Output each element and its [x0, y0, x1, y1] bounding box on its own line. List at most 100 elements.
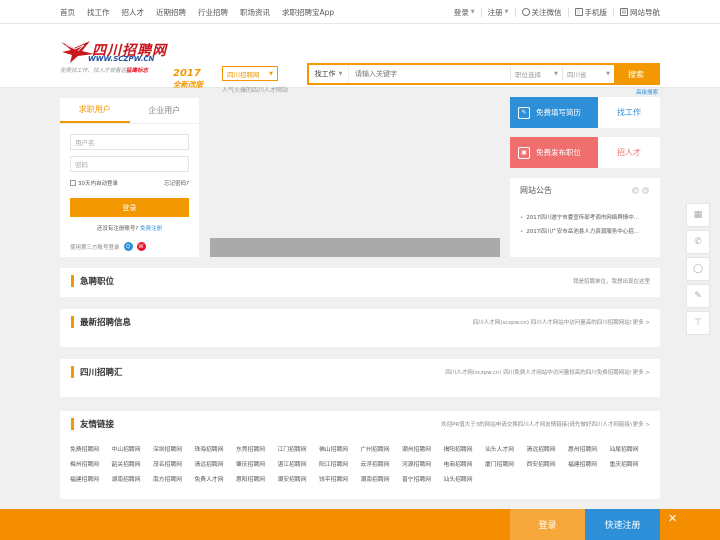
third-party-label: 使用第三方账号登录	[70, 244, 120, 251]
region-select[interactable]: 四川省 ▼	[562, 67, 614, 81]
section-title: 四川招聘汇	[80, 368, 123, 378]
tab-company[interactable]: 企业用户	[130, 98, 200, 123]
close-icon[interactable]: ✕	[668, 512, 677, 525]
search-input[interactable]	[349, 65, 510, 83]
friend-link[interactable]: 清远招聘网	[527, 444, 569, 453]
position-select[interactable]: 职位选择 ▼	[510, 67, 562, 81]
qq-icon[interactable]: Q	[123, 242, 133, 251]
forgot-password-link[interactable]: 忘记密码?	[164, 179, 189, 187]
banner-area[interactable]	[210, 98, 500, 257]
find-job-button[interactable]: 找工作	[598, 97, 660, 128]
section-header: 最新招聘信息 四川人才网(sczpw.cn) 四川人才网站中访问量高的四川招聘网…	[60, 309, 660, 335]
sitenav-link[interactable]: ▤ 网站导航	[620, 7, 660, 18]
search-button[interactable]: 搜索	[614, 65, 658, 83]
next-arrow-icon[interactable]: ▶	[642, 187, 649, 194]
friend-link[interactable]: 福建招聘网	[70, 474, 112, 483]
nav-find-job[interactable]: 找工作	[87, 7, 110, 18]
friend-link[interactable]: 揭阳招聘网	[444, 444, 486, 453]
friend-link[interactable]: 湖南招聘网	[112, 474, 154, 483]
nav-industry[interactable]: 行业招聘	[198, 7, 228, 18]
mobile-link[interactable]: ▯ 手机版	[574, 7, 607, 18]
side-tool-qq[interactable]: ◯	[686, 257, 710, 281]
bottom-register-button[interactable]: 快速注册	[585, 509, 660, 540]
friend-link[interactable]: 深圳招聘网	[153, 444, 195, 453]
login-dropdown[interactable]: 登录 ▼	[454, 7, 475, 18]
nav-recent[interactable]: 近期招聘	[156, 7, 186, 18]
nav-news[interactable]: 职场资讯	[240, 7, 270, 18]
tab-job-seeker[interactable]: 求职用户	[60, 98, 130, 123]
login-button[interactable]: 登录	[70, 198, 189, 217]
friend-link[interactable]: 肇庆招聘网	[236, 459, 278, 468]
username-field[interactable]: 用户名	[70, 134, 189, 150]
friend-link[interactable]: 汕头招聘网	[444, 474, 486, 483]
friend-link[interactable]: 潮南招聘网	[361, 474, 403, 483]
section-accent-bar	[71, 418, 74, 430]
nav-find-talent[interactable]: 招人才	[122, 7, 145, 18]
remember-checkbox[interactable]: 30天内自动登录	[70, 179, 118, 187]
friend-link[interactable]: 惠州招聘网	[568, 444, 610, 453]
friend-link[interactable]: 东莞招聘网	[236, 444, 278, 453]
notice-item[interactable]: 2017四川遂宁市委宣传部考调市网络舆情中...	[520, 213, 654, 221]
friend-link[interactable]: 福建招聘网	[568, 459, 610, 468]
friend-link[interactable]: 南方招聘网	[153, 474, 195, 483]
wechat-link[interactable]: ◦ 关注微信	[521, 7, 562, 18]
friend-link[interactable]: 清远招聘网	[195, 459, 237, 468]
section-note: 欢迎PR值大于3的网站申请交换四川人才网友情链接(请先做好四川人才网链接)	[441, 422, 632, 428]
friend-link[interactable]: 韶关招聘网	[112, 459, 154, 468]
friend-link[interactable]: 云浮招聘网	[361, 459, 403, 468]
prev-arrow-icon[interactable]: ◀	[632, 187, 639, 194]
friend-link[interactable]: 江门招聘网	[278, 444, 320, 453]
friend-link[interactable]: 佛山招聘网	[319, 444, 361, 453]
friend-link[interactable]: 免费招聘网	[70, 444, 112, 453]
friend-link[interactable]: 汕尾招聘网	[610, 444, 652, 453]
friend-link[interactable]: 梅州招聘网	[70, 459, 112, 468]
section-accent-bar	[71, 316, 74, 328]
friend-link[interactable]: 惠阳招聘网	[236, 474, 278, 483]
login-tabs: 求职用户 企业用户	[60, 98, 199, 124]
search-type-select[interactable]: 找工作 ▼	[309, 65, 349, 83]
friend-link[interactable]: 普宁招聘网	[402, 474, 444, 483]
site-selector[interactable]: 四川招聘网 ▼	[222, 66, 278, 81]
find-talent-button[interactable]: 招人才	[598, 137, 660, 168]
bottom-login-button[interactable]: 登录	[510, 509, 585, 540]
side-tool-feedback[interactable]: ✎	[686, 284, 710, 308]
friend-link[interactable]: 潮州招聘网	[402, 444, 444, 453]
friend-link[interactable]: 电商招聘网	[444, 459, 486, 468]
friend-link[interactable]: 饶平招聘网	[319, 474, 361, 483]
side-tool-top[interactable]: ⊤	[686, 311, 710, 335]
side-tool-phone[interactable]: ✆	[686, 230, 710, 254]
advanced-search-link[interactable]: 高级搜索	[636, 88, 658, 96]
free-register-link[interactable]: 免费注册	[140, 226, 162, 232]
more-link[interactable]: 更多 >	[633, 318, 650, 326]
section-sichuan-hub: 四川招聘汇 四川人才网(sczpw.cn) 四川免费人才网站中访问量较高的四川免…	[60, 359, 660, 397]
friend-link[interactable]: 中山招聘网	[112, 444, 154, 453]
more-link[interactable]: 更多 >	[633, 368, 650, 376]
nav-home[interactable]: 首页	[60, 7, 75, 18]
caret-down-icon: ▼	[470, 9, 475, 15]
friend-link[interactable]: 阳江招聘网	[319, 459, 361, 468]
friend-link[interactable]: 珠海招聘网	[195, 444, 237, 453]
nav-app[interactable]: 求职招聘宝App	[282, 7, 334, 18]
more-link[interactable]: 更多 >	[633, 420, 650, 428]
register-dropdown[interactable]: 注册 ▼	[488, 7, 509, 18]
friend-link[interactable]: 厦门招聘网	[485, 459, 527, 468]
section-note[interactable]: 我是招聘单位，我想出现在这里	[573, 277, 650, 285]
friend-link[interactable]: 潮安招聘网	[278, 474, 320, 483]
notice-item[interactable]: 2017四川广安市岳池县人力资源服务中心招...	[520, 227, 654, 235]
friend-link[interactable]: 重庆招聘网	[610, 459, 652, 468]
section-title: 最新招聘信息	[80, 318, 132, 328]
friend-link[interactable]: 西安招聘网	[527, 459, 569, 468]
friend-link[interactable]: 汕头人才网	[485, 444, 527, 453]
weibo-icon[interactable]: W	[136, 242, 146, 251]
friend-link[interactable]: 湛江招聘网	[278, 459, 320, 468]
friend-link[interactable]: 茂名招聘网	[153, 459, 195, 468]
side-tool-qr[interactable]: ▦	[686, 203, 710, 227]
friend-link[interactable]: 免费人才网	[195, 474, 237, 483]
free-resume-button[interactable]: ✎ 免费填写简历	[510, 97, 598, 128]
friend-link[interactable]: 广州招聘网	[361, 444, 403, 453]
resume-icon: ✎	[518, 106, 530, 119]
post-job-button[interactable]: ▣ 免费发布职位	[510, 137, 598, 168]
password-field[interactable]: 密码	[70, 156, 189, 172]
friend-link[interactable]: 河源招聘网	[402, 459, 444, 468]
edit-icon: ✎	[694, 291, 702, 301]
